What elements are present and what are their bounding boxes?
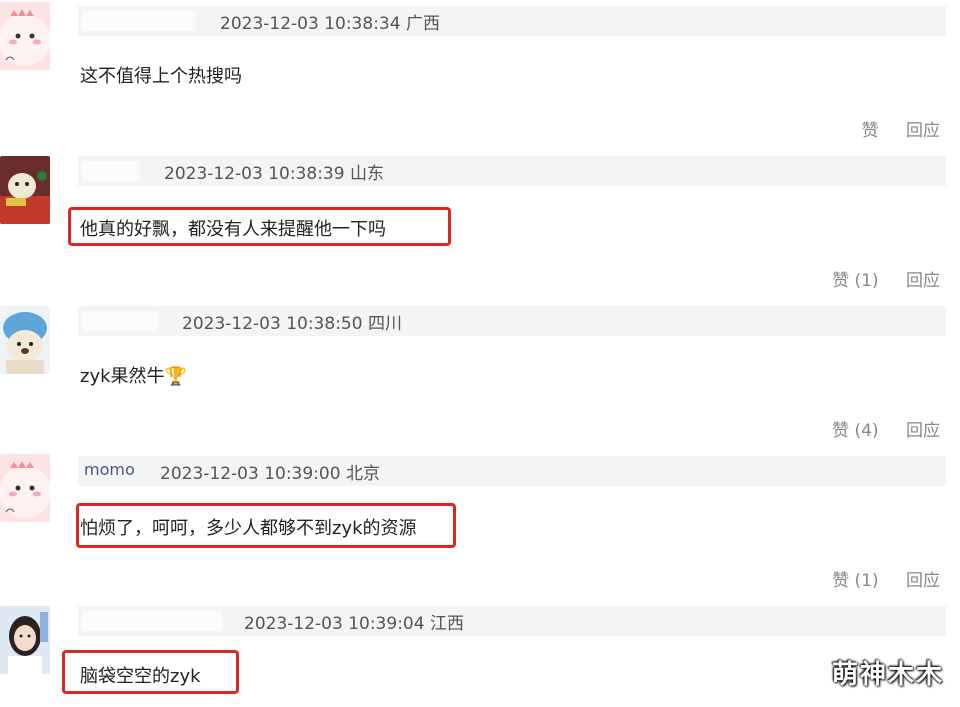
- comment-text: 他真的好飘，都没有人来提醒他一下吗: [80, 219, 386, 240]
- comment-actions: 赞 (1) 回应: [810, 266, 940, 291]
- comment-text: zyk果然牛🏆: [80, 366, 187, 387]
- like-button[interactable]: 赞 (1): [832, 571, 879, 591]
- comment-actions: 赞 (4) 回应: [810, 416, 940, 441]
- avatar-pink-dino-icon[interactable]: [0, 454, 50, 522]
- like-button[interactable]: 赞 (4): [832, 421, 879, 441]
- like-button[interactable]: 赞: [862, 121, 879, 141]
- username-redacted[interactable]: [82, 11, 196, 31]
- comment-username[interactable]: momo: [84, 460, 135, 479]
- like-button[interactable]: 赞 (1): [832, 271, 879, 291]
- comment-meta-bar: 2023-12-03 10:38:39 山东: [78, 156, 946, 186]
- avatar-pink-dino-icon[interactable]: [0, 2, 50, 70]
- username-redacted[interactable]: [82, 611, 222, 631]
- watermark: 萌神木木: [831, 660, 944, 690]
- comment-timestamp: 2023-12-03 10:39:00 北京: [160, 464, 380, 484]
- comment-meta-bar: 2023-12-03 10:38:34 广西: [78, 6, 946, 36]
- reply-button[interactable]: 回应: [906, 571, 940, 591]
- comment-timestamp: 2023-12-03 10:39:04 江西: [244, 614, 464, 634]
- comment-text: 脑袋空空的zyk: [80, 666, 201, 687]
- reply-button[interactable]: 回应: [906, 121, 940, 141]
- comment-text: 这不值得上个热搜吗: [80, 66, 242, 87]
- comment-timestamp: 2023-12-03 10:38:34 广西: [220, 14, 440, 34]
- avatar-blue-bear-icon[interactable]: [0, 306, 50, 374]
- reply-button[interactable]: 回应: [906, 421, 940, 441]
- comment-meta-bar: 2023-12-03 10:38:50 四川: [78, 306, 946, 336]
- username-redacted[interactable]: [82, 161, 140, 181]
- avatar-plush-toy-icon[interactable]: [0, 156, 50, 224]
- comment-timestamp: 2023-12-03 10:38:50 四川: [182, 314, 402, 334]
- username-redacted[interactable]: [82, 311, 158, 331]
- comment-actions: 赞 回应: [840, 116, 940, 141]
- comment-timestamp: 2023-12-03 10:38:39 山东: [164, 164, 384, 184]
- reply-button[interactable]: 回应: [906, 271, 940, 291]
- comment-text: 怕烦了，呵呵，多少人都够不到zyk的资源: [80, 518, 417, 539]
- comment-actions: 赞 (1) 回应: [810, 566, 940, 591]
- avatar-girl-photo-icon[interactable]: [0, 606, 50, 674]
- comment-meta-bar: 2023-12-03 10:39:04 江西: [78, 606, 946, 636]
- comment-meta-bar: momo 2023-12-03 10:39:00 北京: [78, 456, 946, 486]
